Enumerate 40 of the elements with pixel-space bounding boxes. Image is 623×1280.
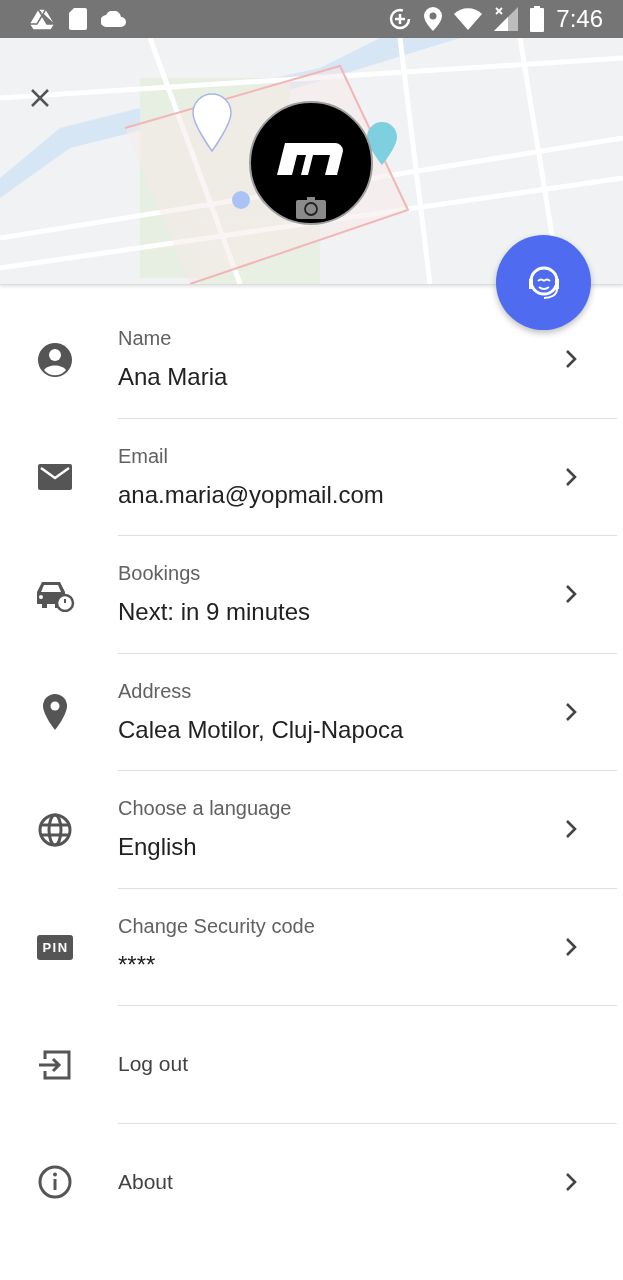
- item-label: Log out: [118, 1052, 190, 1077]
- field-label: Address: [118, 679, 193, 703]
- field-label: Choose a language: [118, 797, 293, 821]
- field-label: Bookings: [118, 562, 202, 586]
- sd-card-icon: [69, 8, 87, 30]
- item-label: About: [118, 1170, 174, 1195]
- menu-item[interactable]: Choose a language English: [0, 771, 623, 889]
- logout-icon: [39, 1049, 71, 1080]
- menu-item[interactable]: Name Ana Maria: [0, 301, 623, 419]
- person-icon: [38, 342, 72, 377]
- field-value: Next: in 9 minutes: [118, 598, 312, 627]
- field-value: ****: [118, 950, 157, 979]
- field-value: English: [118, 833, 198, 862]
- wifi-icon: [454, 8, 483, 30]
- data-saver-icon: [388, 7, 413, 31]
- field-label: Email: [118, 444, 169, 468]
- location-icon: [424, 7, 443, 31]
- globe-icon: [38, 812, 72, 847]
- field-label: Name: [118, 327, 173, 351]
- menu-item[interactable]: Address Calea Motilor, Cluj-Napoca: [0, 653, 623, 771]
- menu-item[interactable]: About: [0, 1123, 623, 1241]
- signal-icon: [494, 7, 519, 31]
- clock-time: 7:46: [556, 5, 603, 33]
- field-value: ana.maria@yopmail.com: [118, 480, 385, 509]
- field-value: Calea Motilor, Cluj-Napoca: [118, 715, 405, 744]
- mail-icon: [38, 464, 72, 491]
- location-pin-icon: [43, 694, 67, 731]
- field-value: Ana Maria: [118, 363, 229, 392]
- battery-icon: [530, 6, 545, 32]
- menu-item[interactable]: Email ana.maria@yopmail.com: [0, 418, 623, 536]
- cloud-icon: [101, 11, 127, 27]
- logo: [277, 143, 343, 175]
- menu-item[interactable]: Log out: [0, 1006, 623, 1124]
- field-label: Change Security code: [118, 914, 316, 938]
- menu-item[interactable]: Bookings Next: in 9 minutes: [0, 536, 623, 654]
- drive-icon: [29, 8, 55, 30]
- camera-icon[interactable]: [296, 197, 326, 219]
- pin-icon: PIN: [37, 934, 73, 960]
- info-icon: [38, 1165, 72, 1200]
- menu-item[interactable]: PIN Change Security code ****: [0, 888, 623, 1006]
